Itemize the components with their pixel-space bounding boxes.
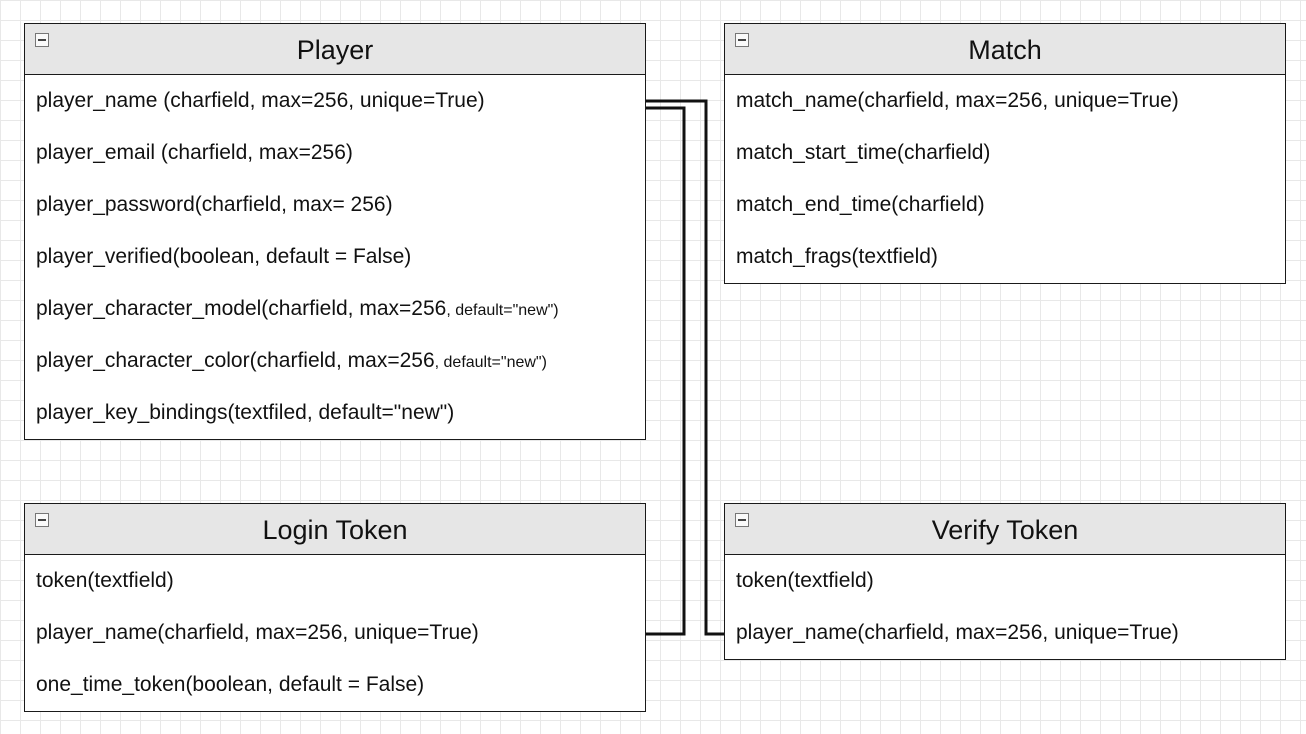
login-token-field-one-time-token[interactable]: one_time_token(boolean, default = False) (25, 659, 645, 711)
verify-token-table-header[interactable]: Verify Token (725, 504, 1285, 555)
connector-player-verify-token (646, 99, 726, 636)
collapse-minus-icon[interactable] (735, 513, 749, 527)
player-field-email[interactable]: player_email (charfield, max=256) (25, 127, 645, 179)
collapse-minus-icon[interactable] (35, 513, 49, 527)
match-field-frags[interactable]: match_frags(textfield) (725, 231, 1285, 283)
player-field-key-bindings[interactable]: player_key_bindings(textfiled, default="… (25, 387, 645, 439)
login-token-table[interactable]: Login Token token(textfield) player_name… (24, 503, 646, 712)
verify-token-field-token[interactable]: token(textfield) (725, 555, 1285, 607)
player-field-character-color-default: , default="new") (434, 354, 547, 371)
match-field-start-time[interactable]: match_start_time(charfield) (725, 127, 1285, 179)
player-field-name[interactable]: player_name (charfield, max=256, unique=… (25, 75, 645, 127)
player-table[interactable]: Player player_name (charfield, max=256, … (24, 23, 646, 440)
verify-token-table[interactable]: Verify Token token(textfield) player_nam… (724, 503, 1286, 660)
verify-token-field-player-name[interactable]: player_name(charfield, max=256, unique=T… (725, 607, 1285, 659)
player-field-verified[interactable]: player_verified(boolean, default = False… (25, 231, 645, 283)
match-field-end-time[interactable]: match_end_time(charfield) (725, 179, 1285, 231)
login-token-field-token[interactable]: token(textfield) (25, 555, 645, 607)
player-field-character-color[interactable]: player_character_color(charfield, max=25… (25, 335, 645, 387)
player-table-header[interactable]: Player (25, 24, 645, 75)
player-table-title: Player (296, 34, 374, 65)
login-token-table-title: Login Token (262, 514, 408, 545)
collapse-minus-icon[interactable] (35, 33, 49, 47)
match-field-name[interactable]: match_name(charfield, max=256, unique=Tr… (725, 75, 1285, 127)
verify-token-table-title: Verify Token (931, 514, 1079, 545)
login-token-field-player-name[interactable]: player_name(charfield, max=256, unique=T… (25, 607, 645, 659)
match-table[interactable]: Match match_name(charfield, max=256, uni… (724, 23, 1286, 284)
connector-player-login-token (646, 106, 686, 636)
match-table-title: Match (968, 34, 1042, 65)
login-token-table-header[interactable]: Login Token (25, 504, 645, 555)
match-table-header[interactable]: Match (725, 24, 1285, 75)
player-field-character-color-text: player_character_color(charfield, max=25… (36, 349, 435, 372)
player-field-character-model-text: player_character_model(charfield, max=25… (36, 297, 447, 320)
player-field-password[interactable]: player_password(charfield, max= 256) (25, 179, 645, 231)
player-field-character-model[interactable]: player_character_model(charfield, max=25… (25, 283, 645, 335)
player-field-character-model-default: , default="new") (446, 302, 559, 319)
collapse-minus-icon[interactable] (735, 33, 749, 47)
